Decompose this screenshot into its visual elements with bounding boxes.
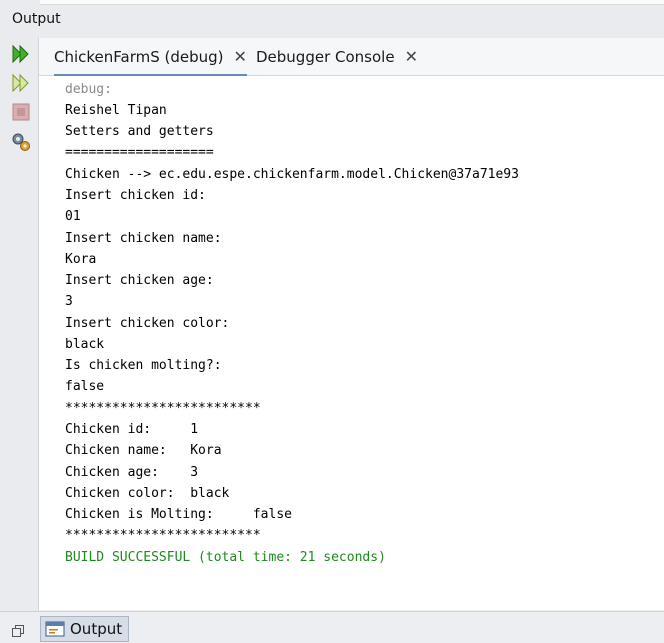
restore-window-icon[interactable] [12, 622, 24, 641]
console-line: 3 [65, 294, 73, 309]
rerun-icon[interactable] [9, 42, 33, 66]
build-status-line: BUILD SUCCESSFUL (total time: 21 seconds… [65, 550, 386, 565]
console-line: false [65, 379, 105, 394]
console-line: Chicken --> ec.edu.espe.chickenfarm.mode… [65, 167, 519, 182]
output-window-header: Output [0, 0, 664, 39]
console-line: debug: [65, 82, 112, 97]
stop-icon[interactable] [9, 100, 33, 124]
output-settings-icon[interactable] [9, 130, 33, 154]
output-tab-strip: ChickenFarmS (debug) ✕ Debugger Console … [39, 38, 664, 76]
window-title: Output [12, 11, 61, 27]
console-line: ************************* [65, 401, 261, 416]
console-line: Chicken age: 3 [65, 465, 199, 480]
console-line: Insert chicken id: [65, 188, 206, 203]
console-line: Insert chicken name: [65, 231, 222, 246]
close-icon[interactable]: ✕ [234, 47, 247, 66]
tab-label: ChickenFarmS (debug) [54, 47, 224, 66]
close-icon[interactable]: ✕ [405, 47, 418, 66]
tab-debugger-console[interactable]: Debugger Console ✕ [256, 38, 418, 75]
console-line: ************************* [65, 528, 261, 543]
console-line: Setters and getters [65, 124, 214, 139]
console-line: Insert chicken color: [65, 316, 230, 331]
background-window-strip [40, 0, 664, 5]
console-line: Chicken color: black [65, 486, 230, 501]
tab-label: Debugger Console [256, 47, 395, 66]
output-toolbar [0, 38, 39, 611]
console-line: Chicken id: 1 [65, 422, 199, 437]
console-line: Insert chicken age: [65, 273, 214, 288]
output-tab-label: Output [70, 620, 123, 638]
console-line: Kora [65, 252, 97, 267]
console-line: Chicken name: Kora [65, 443, 222, 458]
minimized-output-tab[interactable]: Output [40, 616, 130, 642]
console-line: =================== [65, 145, 214, 160]
bottom-window-bar: Output [0, 611, 664, 643]
output-window-icon [45, 621, 65, 637]
rerun-with-options-icon[interactable] [9, 71, 33, 95]
console-line: Chicken is Molting: false [65, 507, 292, 522]
console-line: Is chicken molting?: [65, 358, 222, 373]
console-line: 01 [65, 209, 81, 224]
console-line: black [65, 337, 105, 352]
console-output[interactable]: debug: Reishel Tipan Setters and getters… [39, 76, 664, 610]
tab-chickenfarms-debug[interactable]: ChickenFarmS (debug) ✕ [54, 38, 247, 76]
console-line: Reishel Tipan [65, 103, 167, 118]
